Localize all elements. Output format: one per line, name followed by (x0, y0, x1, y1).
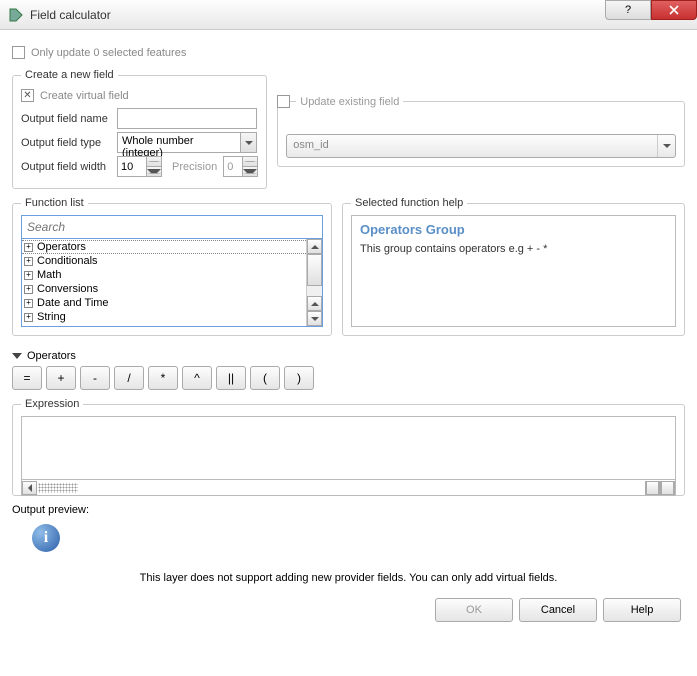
op-lparen-button[interactable]: ( (250, 366, 280, 390)
cancel-button[interactable]: Cancel (519, 598, 597, 622)
update-field-legend: Update existing field (296, 96, 403, 108)
scroll-up-icon[interactable] (307, 239, 322, 254)
create-field-legend: Create a new field (21, 69, 118, 81)
output-type-label: Output field type (21, 137, 117, 149)
update-field-value: osm_id (287, 135, 657, 157)
help-button[interactable]: Help (603, 598, 681, 622)
spin-down-icon[interactable] (243, 167, 257, 176)
output-type-combo[interactable]: Whole number (integer) (117, 132, 257, 153)
tree-item-math[interactable]: +Math (22, 268, 306, 282)
only-update-label: Only update 0 selected features (31, 47, 186, 59)
app-icon (8, 7, 24, 23)
help-group: Selected function help Operators Group T… (342, 197, 685, 336)
function-list-legend: Function list (21, 197, 88, 209)
info-icon: i (32, 524, 60, 552)
scroll-right-icon[interactable] (660, 481, 675, 495)
titlebar-close-button[interactable] (651, 0, 697, 20)
titlebar: Field calculator ? (0, 0, 697, 30)
precision-label: Precision (172, 161, 217, 173)
chevron-down-icon (240, 133, 256, 152)
tree-item-operators[interactable]: +Operators (22, 240, 306, 254)
op-plus-button[interactable]: + (46, 366, 76, 390)
chevron-down-icon (657, 135, 675, 157)
scroll-thumb[interactable] (38, 483, 78, 493)
output-type-value: Whole number (integer) (118, 133, 240, 152)
operators-toggle[interactable]: Operators (12, 350, 685, 362)
output-name-label: Output field name (21, 113, 117, 125)
only-update-row: Only update 0 selected features (12, 46, 685, 59)
tree-item-string[interactable]: +String (22, 310, 306, 324)
search-input[interactable] (21, 215, 323, 239)
op-multiply-button[interactable]: * (148, 366, 178, 390)
tree-item-datetime[interactable]: +Date and Time (22, 296, 306, 310)
help-legend: Selected function help (351, 197, 467, 209)
output-name-input[interactable] (117, 108, 257, 129)
op-minus-button[interactable]: - (80, 366, 110, 390)
scroll-down-icon[interactable] (307, 311, 322, 326)
expression-legend: Expression (21, 398, 83, 410)
spin-down-icon[interactable] (147, 167, 161, 176)
precision-value[interactable] (224, 157, 242, 176)
help-title: Operators Group (360, 222, 667, 237)
op-rparen-button[interactable]: ) (284, 366, 314, 390)
operators-header-label: Operators (27, 350, 76, 362)
create-virtual-label: Create virtual field (40, 90, 129, 102)
create-field-group: Create a new field ✕ Create virtual fiel… (12, 69, 267, 189)
expression-hscroll[interactable] (21, 480, 676, 496)
scroll-thumb[interactable] (307, 254, 322, 286)
window-title: Field calculator (30, 8, 605, 22)
spin-up-icon[interactable] (243, 157, 257, 167)
op-concat-button[interactable]: || (216, 366, 246, 390)
function-tree[interactable]: +Operators +Conditionals +Math +Conversi… (22, 239, 306, 326)
ok-button[interactable]: OK (435, 598, 513, 622)
help-body: This group contains operators e.g + - * (360, 243, 667, 255)
function-list-group: Function list +Operators +Conditionals +… (12, 197, 332, 336)
spin-up-icon[interactable] (147, 157, 161, 167)
op-divide-button[interactable]: / (114, 366, 144, 390)
chevron-down-icon (12, 353, 22, 359)
op-equals-button[interactable]: = (12, 366, 42, 390)
expression-group: Expression (12, 398, 685, 496)
precision-spinner[interactable] (223, 156, 258, 177)
output-width-value[interactable] (118, 157, 146, 176)
update-field-combo[interactable]: osm_id (286, 134, 676, 158)
output-width-spinner[interactable] (117, 156, 162, 177)
tree-scrollbar[interactable] (306, 239, 322, 326)
close-icon (669, 5, 679, 15)
titlebar-help-button[interactable]: ? (605, 0, 651, 20)
expression-textarea[interactable] (21, 416, 676, 480)
create-virtual-checkbox[interactable]: ✕ (21, 89, 34, 102)
output-width-label: Output field width (21, 161, 117, 173)
scroll-left-icon[interactable] (22, 481, 37, 495)
only-update-checkbox[interactable] (12, 46, 25, 59)
scroll-up-icon[interactable] (307, 296, 322, 311)
scroll-left-icon[interactable] (645, 481, 660, 495)
update-field-checkbox[interactable] (277, 95, 290, 108)
info-text: This layer does not support adding new p… (12, 572, 685, 584)
tree-item-conditionals[interactable]: +Conditionals (22, 254, 306, 268)
op-power-button[interactable]: ^ (182, 366, 212, 390)
output-preview-label: Output preview: (12, 504, 685, 516)
tree-item-conversions[interactable]: +Conversions (22, 282, 306, 296)
